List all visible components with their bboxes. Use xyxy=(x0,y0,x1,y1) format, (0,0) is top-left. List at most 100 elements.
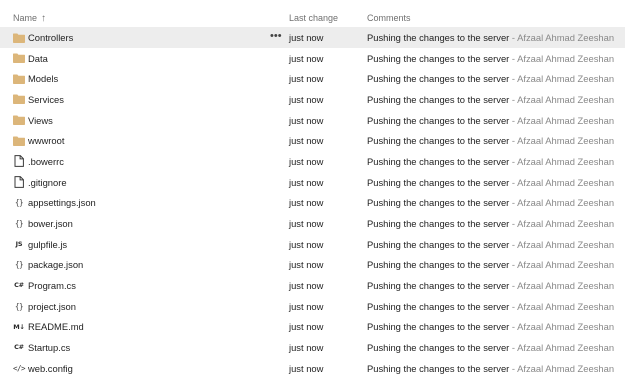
file-row-startup-cs[interactable]: C# Startup.cs just now Pushing the chang… xyxy=(0,337,625,358)
commit-comment[interactable]: Pushing the changes to the server - Afza… xyxy=(367,218,614,229)
file-row-wwwroot[interactable]: wwwroot just now Pushing the changes to … xyxy=(0,130,625,151)
last-change: just now xyxy=(289,279,324,291)
commit-message: Pushing the changes to the server xyxy=(367,362,510,374)
file-row-web-config[interactable]: </> web.config just now Pushing the chan… xyxy=(0,358,625,379)
file-name[interactable]: Models xyxy=(28,73,58,84)
commit-separator: - xyxy=(509,238,518,250)
last-change: just now xyxy=(289,32,324,43)
file-row-bower-json[interactable]: {} bower.json just now Pushing the chang… xyxy=(0,213,625,234)
commit-comment[interactable]: Pushing the changes to the server - Afza… xyxy=(367,301,614,312)
commit-author: Afzaal Ahmad Zeeshan xyxy=(517,341,615,353)
commit-author: Afzaal Ahmad Zeeshan xyxy=(517,279,615,291)
file-row-project-json[interactable]: {} project.json just now Pushing the cha… xyxy=(0,296,625,317)
commit-comment[interactable]: Pushing the changes to the server - Afza… xyxy=(367,177,614,188)
commit-author: Afzaal Ahmad Zeeshan xyxy=(517,73,615,85)
commit-separator: - xyxy=(509,155,518,167)
file-name[interactable]: Controllers xyxy=(28,32,73,43)
column-header-last-change[interactable]: Last change xyxy=(289,13,338,23)
file-name[interactable]: package.json xyxy=(28,259,83,270)
file-name[interactable]: gulpfile.js xyxy=(28,239,67,250)
commit-comment[interactable]: Pushing the changes to the server - Afza… xyxy=(367,73,614,84)
commit-message: Pushing the changes to the server xyxy=(367,93,510,105)
file-row-models[interactable]: Models just now Pushing the changes to t… xyxy=(0,68,625,89)
commit-comment[interactable]: Pushing the changes to the server - Afza… xyxy=(367,280,614,291)
last-change: just now xyxy=(289,197,324,209)
file-name[interactable]: Program.cs xyxy=(28,280,76,291)
file-name[interactable]: README.md xyxy=(28,321,84,332)
xml-file-icon: </> xyxy=(12,363,26,373)
file-row-program-cs[interactable]: C# Program.cs just now Pushing the chang… xyxy=(0,275,625,296)
file-row-services[interactable]: Services just now Pushing the changes to… xyxy=(0,89,625,110)
commit-message: Pushing the changes to the server xyxy=(367,217,510,229)
commit-comment[interactable]: Pushing the changes to the server - Afza… xyxy=(367,115,614,126)
commit-comment[interactable]: Pushing the changes to the server - Afza… xyxy=(367,342,614,353)
json-file-icon: {} xyxy=(14,218,24,228)
last-change: just now xyxy=(289,52,324,64)
commit-separator: - xyxy=(509,52,518,64)
file-row-gitignore[interactable]: .gitignore just now Pushing the changes … xyxy=(0,172,625,193)
file-name[interactable]: web.config xyxy=(28,363,73,374)
commit-author: Afzaal Ahmad Zeeshan xyxy=(517,217,615,229)
commit-comment[interactable]: Pushing the changes to the server - Afza… xyxy=(367,197,614,208)
commit-message: Pushing the changes to the server xyxy=(367,300,510,312)
file-row-views[interactable]: Views just now Pushing the changes to th… xyxy=(0,110,625,131)
file-icon xyxy=(13,155,25,168)
file-row-controllers[interactable]: Controllers ••• just now Pushing the cha… xyxy=(0,27,625,48)
last-change: just now xyxy=(289,300,324,312)
commit-separator: - xyxy=(509,341,518,353)
file-name[interactable]: project.json xyxy=(28,301,76,312)
commit-comment[interactable]: Pushing the changes to the server - Afza… xyxy=(367,53,614,64)
file-name[interactable]: bower.json xyxy=(28,218,73,229)
commit-message: Pushing the changes to the server xyxy=(367,279,510,291)
file-name[interactable]: appsettings.json xyxy=(28,197,96,208)
commit-message: Pushing the changes to the server xyxy=(367,259,510,271)
commit-message: Pushing the changes to the server xyxy=(367,32,510,43)
commit-comment[interactable]: Pushing the changes to the server - Afza… xyxy=(367,259,614,270)
commit-separator: - xyxy=(509,197,518,209)
column-header-name[interactable]: Name ↑ xyxy=(13,13,46,24)
last-change: just now xyxy=(289,341,324,353)
commit-separator: - xyxy=(509,217,518,229)
file-row-package-json[interactable]: {} package.json just now Pushing the cha… xyxy=(0,254,625,275)
file-name[interactable]: Views xyxy=(28,115,53,126)
folder-icon xyxy=(13,53,25,64)
commit-comment[interactable]: Pushing the changes to the server - Afza… xyxy=(367,156,614,167)
folder-icon xyxy=(13,115,25,126)
commit-comment[interactable]: Pushing the changes to the server - Afza… xyxy=(367,363,614,374)
commit-separator: - xyxy=(509,176,518,188)
commit-comment[interactable]: Pushing the changes to the server - Afza… xyxy=(367,321,614,332)
last-change: just now xyxy=(289,135,324,147)
file-name[interactable]: Data xyxy=(28,53,48,64)
file-row-data[interactable]: Data just now Pushing the changes to the… xyxy=(0,48,625,69)
commit-message: Pushing the changes to the server xyxy=(367,176,510,188)
column-header-comments[interactable]: Comments xyxy=(367,13,411,23)
commit-comment[interactable]: Pushing the changes to the server - Afza… xyxy=(367,135,614,146)
commit-author: Afzaal Ahmad Zeeshan xyxy=(517,321,615,333)
last-change: just now xyxy=(289,73,324,85)
commit-separator: - xyxy=(509,73,518,85)
last-change: just now xyxy=(289,259,324,271)
file-name[interactable]: .bowerrc xyxy=(28,156,64,167)
commit-message: Pushing the changes to the server xyxy=(367,341,510,353)
file-row-appsettings-json[interactable]: {} appsettings.json just now Pushing the… xyxy=(0,192,625,213)
file-row-bowerrc[interactable]: .bowerrc just now Pushing the changes to… xyxy=(0,151,625,172)
commit-comment[interactable]: Pushing the changes to the server - Afza… xyxy=(367,94,614,105)
markdown-file-icon: M↓ xyxy=(13,322,25,331)
file-name[interactable]: Startup.cs xyxy=(28,342,70,353)
last-change: just now xyxy=(289,217,324,229)
file-name[interactable]: Services xyxy=(28,94,64,105)
commit-author: Afzaal Ahmad Zeeshan xyxy=(517,52,615,64)
json-file-icon: {} xyxy=(14,301,24,311)
commit-author: Afzaal Ahmad Zeeshan xyxy=(517,300,615,312)
more-actions-icon[interactable]: ••• xyxy=(270,30,282,42)
csharp-file-icon: C# xyxy=(14,281,24,290)
commit-comment[interactable]: Pushing the changes to the server - Afza… xyxy=(367,239,614,250)
file-row-readme-md[interactable]: M↓ README.md just now Pushing the change… xyxy=(0,316,625,337)
commit-separator: - xyxy=(509,259,518,271)
file-row-gulpfile-js[interactable]: JS gulpfile.js just now Pushing the chan… xyxy=(0,234,625,255)
file-name[interactable]: .gitignore xyxy=(28,177,67,188)
file-name[interactable]: wwwroot xyxy=(28,135,64,146)
commit-message: Pushing the changes to the server xyxy=(367,73,510,85)
last-change: just now xyxy=(289,238,324,250)
commit-comment[interactable]: Pushing the changes to the server - Afza… xyxy=(367,32,614,43)
